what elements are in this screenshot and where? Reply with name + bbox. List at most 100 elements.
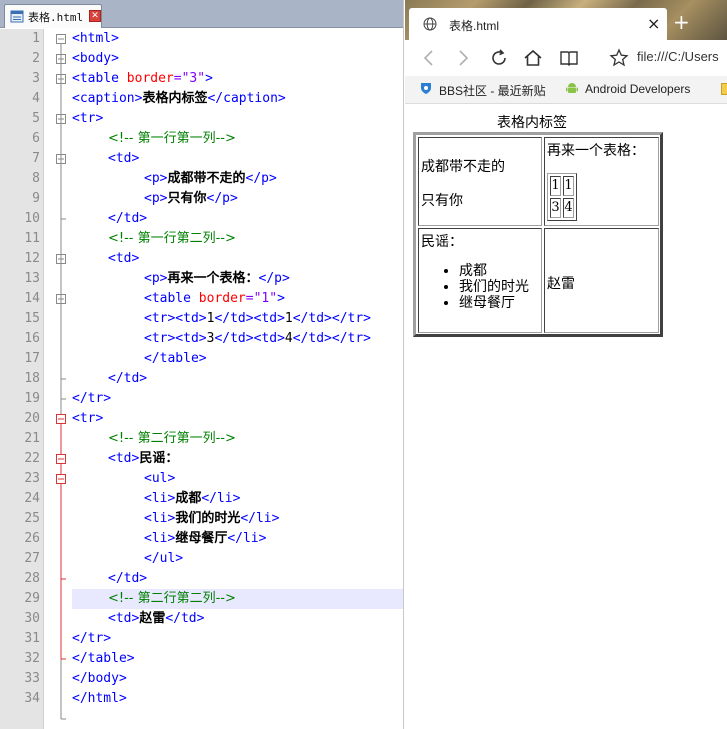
folder-icon[interactable] — [721, 83, 727, 95]
line-number: 14 — [24, 291, 40, 306]
code-line: </tr> — [72, 391, 112, 406]
code-line: </td> — [108, 211, 148, 226]
code-line: <p>只有你</p> — [144, 191, 238, 206]
list-item: 继母餐厅 — [459, 295, 529, 311]
line-number: 33 — [24, 671, 40, 686]
line-number-column: 1 2 3 4 5 6 7 8 9 10 11 12 13 14 15 16 17 18 19 20 21 22 23 24 2… — [0, 29, 44, 729]
editor-tab-table-html[interactable]: 表格.html ✕ — [4, 4, 102, 28]
code-line: <body> — [72, 51, 119, 66]
code-line: <td>民谣： — [108, 451, 179, 466]
favorite-bbs[interactable]: BBS社区 - 最近新贴 — [421, 82, 546, 99]
inner-cell: 4 — [563, 198, 574, 218]
code-line: <!-- 第一行第一列--> — [108, 131, 236, 146]
list-item: 我们的时光 — [459, 279, 529, 295]
code-line: </table> — [72, 651, 135, 666]
line-number: 23 — [24, 471, 40, 486]
code-line: <p>再来一个表格：</p> — [144, 271, 290, 286]
line-number: 29 — [24, 591, 40, 606]
code-line: </table> — [144, 351, 207, 366]
line-number: 22 — [24, 451, 40, 466]
inner-table: 1 1 3 4 — [547, 173, 577, 221]
address-bar[interactable]: file:///C:/Users — [637, 49, 719, 64]
code-editor[interactable]: 表格.html ✕ 1 2 3 4 5 6 7 8 9 10 11 12 13 14 15 16 17 18 19 2… — [0, 0, 404, 729]
file-icon — [10, 10, 24, 23]
paragraph: 只有你 — [421, 193, 463, 209]
cell-row2-col1: 民谣： 成都 我们的时光 继母餐厅 — [418, 228, 542, 333]
reading-view-icon[interactable] — [557, 46, 581, 70]
code-line: <td> — [108, 251, 140, 266]
back-arrow-icon[interactable] — [417, 46, 441, 70]
line-number: 17 — [24, 351, 40, 366]
line-number: 19 — [24, 391, 40, 406]
line-number: 13 — [24, 271, 40, 286]
line-number: 12 — [24, 251, 40, 266]
code-line: <table border="3"> — [72, 71, 213, 86]
cell-row1-col1: 成都带不走的 只有你 — [418, 137, 542, 226]
code-line: <tr><td>3</td><td>4</td></tr> — [144, 331, 372, 346]
line-number: 7 — [32, 151, 40, 166]
line-number: 24 — [24, 491, 40, 506]
line-number: 3 — [32, 71, 40, 86]
refresh-icon[interactable] — [487, 46, 511, 70]
browser-tab-title: 表格.html — [449, 19, 500, 33]
list-item: 成都 — [459, 263, 529, 279]
code-line: </ul> — [144, 551, 184, 566]
browser-toolbar: file:///C:/Users — [405, 40, 727, 76]
globe-icon — [423, 17, 437, 31]
browser-tab[interactable]: 表格.html × — [409, 8, 667, 40]
favorite-android-label: Android Developers — [585, 82, 691, 96]
line-number: 8 — [32, 171, 40, 186]
code-line: <caption>表格内标签</caption> — [72, 91, 286, 106]
close-tab-icon[interactable]: × — [647, 14, 660, 33]
favorite-star-icon[interactable] — [607, 46, 631, 70]
code-line: <table border="1"> — [144, 291, 285, 306]
favorite-android-developers[interactable]: Android Developers — [566, 82, 691, 96]
line-number: 11 — [24, 231, 40, 246]
code-line: </tr> — [72, 631, 112, 646]
line-number: 28 — [24, 571, 40, 586]
line-number: 16 — [24, 331, 40, 346]
inner-cell: 1 — [550, 176, 561, 196]
outer-table: 成都带不走的 只有你 再来一个表格： 1 1 3 4 民谣： 成都 我们的时光 … — [413, 132, 663, 337]
code-line: <li>成都</li> — [144, 491, 241, 506]
code-line: <!-- 第一行第二列--> — [108, 231, 236, 246]
line-number: 6 — [32, 131, 40, 146]
fold-markers[interactable] — [54, 29, 70, 729]
line-number: 25 — [24, 511, 40, 526]
favorites-bar: BBS社区 - 最近新贴 Android Developers — [405, 76, 727, 104]
line-number: 5 — [32, 111, 40, 126]
line-number: 4 — [32, 91, 40, 106]
title-bar: 表格.html × + — [405, 0, 727, 40]
line-number: 1 — [32, 31, 40, 46]
code-line: <td>赵雷</td> — [108, 611, 205, 626]
line-number: 10 — [24, 211, 40, 226]
code-line: <tr><td>1</td><td>1</td></tr> — [144, 311, 372, 326]
code-line: <!-- 第二行第一列--> — [108, 431, 236, 446]
current-code-line: <!-- 第二行第二列--> — [72, 589, 403, 609]
line-number: 2 — [32, 51, 40, 66]
line-number: 27 — [24, 551, 40, 566]
cell-text: 民谣： — [421, 234, 463, 250]
editor-tab-label: 表格.html — [28, 11, 84, 24]
table-caption: 表格内标签 — [497, 115, 567, 131]
editor-gutter: 1 2 3 4 5 6 7 8 9 10 11 12 13 14 15 16 17 18 19 20 21 22 23 24 2… — [0, 29, 72, 729]
line-number: 34 — [24, 691, 40, 706]
close-icon[interactable]: ✕ — [89, 10, 101, 22]
code-area[interactable]: <html> <body> <table border="3"> <captio… — [72, 29, 403, 729]
line-number: 9 — [32, 191, 40, 206]
new-tab-button[interactable]: + — [673, 10, 690, 34]
cell-row1-col2: 再来一个表格： 1 1 3 4 — [544, 137, 659, 226]
browser-window: 表格.html × + file:///C:/Users BBS社区 - 最近新… — [405, 0, 727, 729]
editor-tab-bar: 表格.html ✕ — [0, 0, 403, 28]
home-icon[interactable] — [521, 46, 545, 70]
bbs-shield-icon — [421, 83, 431, 94]
line-number: 26 — [24, 531, 40, 546]
forward-arrow-icon[interactable] — [451, 46, 475, 70]
inner-cell: 3 — [550, 198, 561, 218]
code-line: </html> — [72, 691, 127, 706]
code-line: <p>成都带不走的</p> — [144, 171, 277, 186]
favorite-bbs-label: BBS社区 - 最近新贴 — [439, 84, 546, 98]
paragraph: 再来一个表格： — [547, 143, 645, 159]
code-line: <html> — [72, 31, 119, 46]
code-line: <tr> — [72, 111, 104, 126]
